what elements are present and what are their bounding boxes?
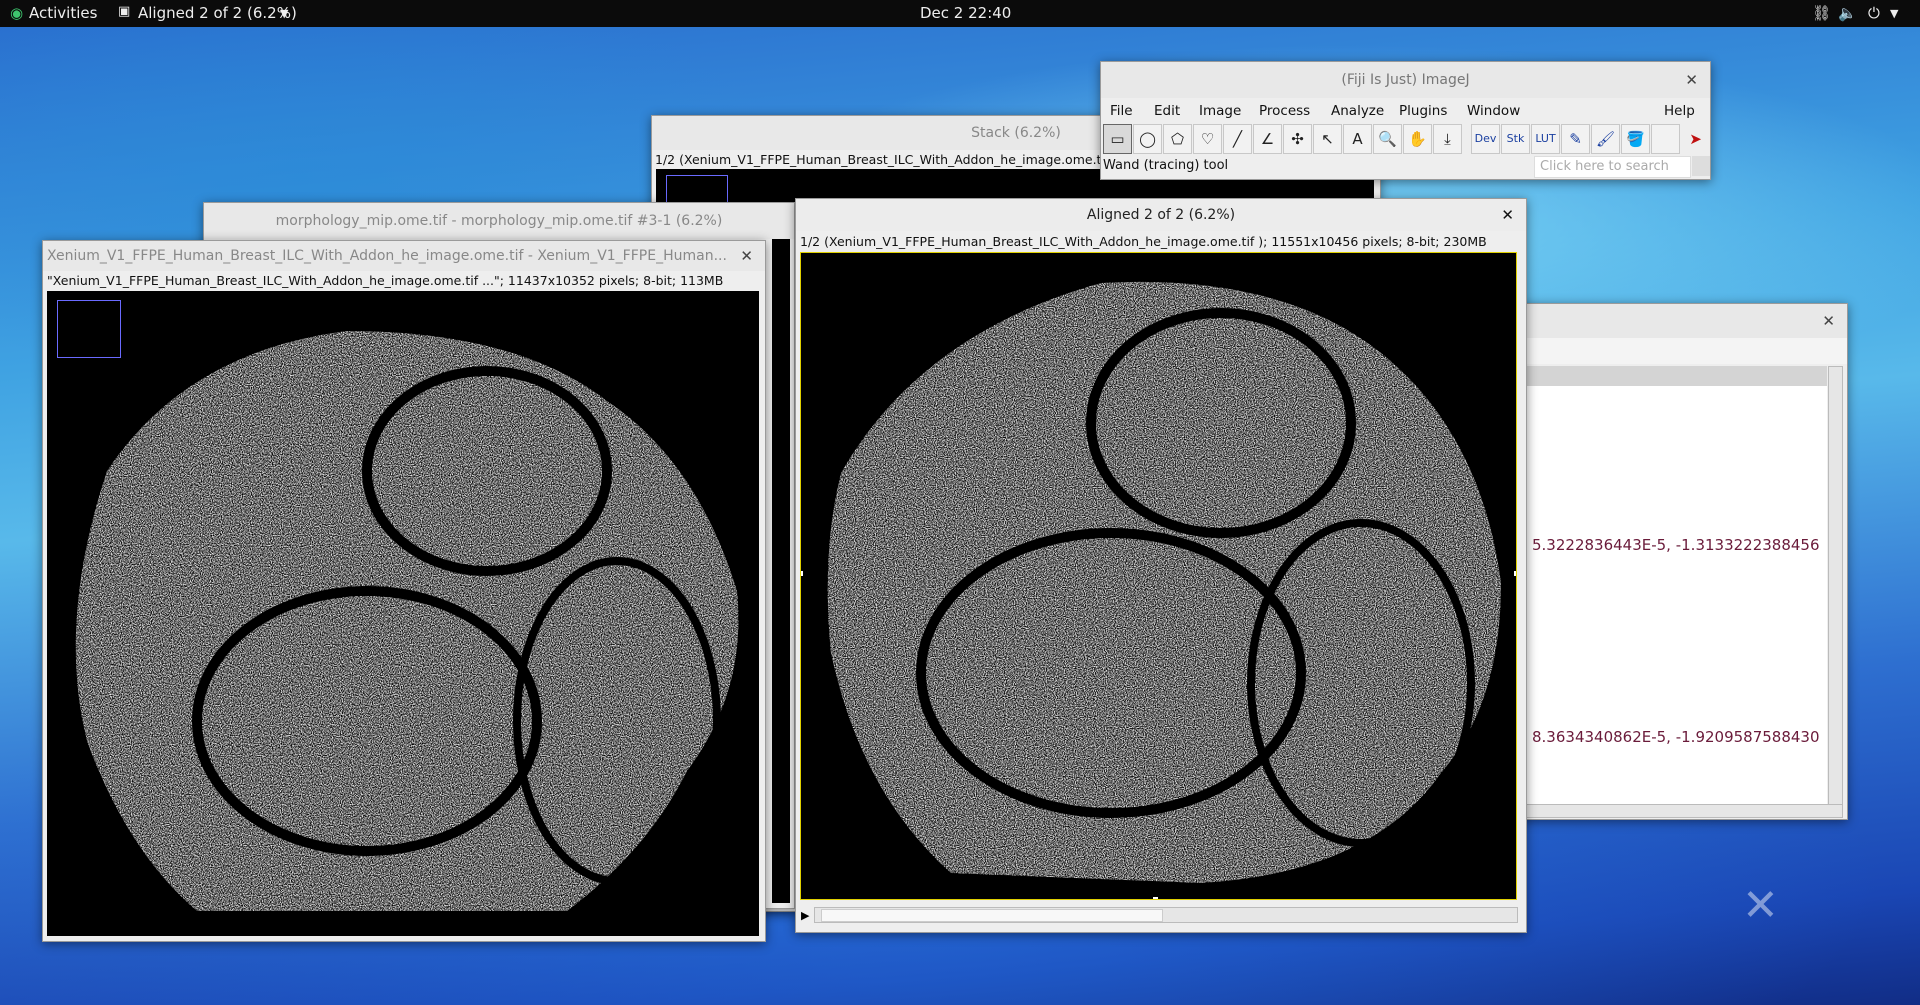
dropper-tool-icon[interactable]: ⤓: [1433, 124, 1462, 154]
distro-logo: ✕: [1742, 880, 1779, 931]
fiji-main-window[interactable]: (Fiji Is Just) ImageJ ✕ File Edit Image …: [1100, 61, 1711, 180]
log-text-area[interactable]: 5.3222836443E-5, -1.3133222388456 8.3634…: [1519, 386, 1827, 804]
navigator-box: [57, 300, 121, 358]
empty-tool-slot[interactable]: [1651, 124, 1680, 154]
lut-menu-icon[interactable]: LUT: [1531, 124, 1560, 154]
search-input[interactable]: Click here to search: [1534, 156, 1691, 178]
image-info: "Xenium_V1_FFPE_Human_Breast_ILC_With_Ad…: [47, 273, 724, 288]
system-menu-chevron-icon[interactable]: ▼: [1890, 7, 1898, 20]
fiji-titlebar[interactable]: (Fiji Is Just) ImageJ ✕: [1101, 62, 1710, 98]
text-tool-icon[interactable]: A: [1343, 124, 1372, 154]
brush-tool-icon[interactable]: 🖌: [1591, 124, 1620, 154]
volume-icon[interactable]: 🔈: [1838, 4, 1857, 22]
morphology-image-canvas[interactable]: [772, 239, 790, 903]
play-stack-icon[interactable]: ▶: [801, 909, 809, 922]
dev-menu-icon[interactable]: Dev: [1471, 124, 1500, 154]
gnome-top-bar: ◉ Activities ▣ Aligned 2 of 2 (6.2%) ▼ D…: [0, 0, 1920, 27]
window-title: Xenium_V1_FFPE_Human_Breast_ILC_With_Add…: [47, 248, 727, 264]
aligned-titlebar[interactable]: Aligned 2 of 2 (6.2%) ✕: [796, 199, 1526, 231]
menu-window[interactable]: Window: [1467, 103, 1520, 119]
flood-fill-tool-icon[interactable]: 🪣: [1621, 124, 1650, 154]
he-image-canvas[interactable]: [47, 291, 759, 936]
menu-edit[interactable]: Edit: [1154, 103, 1180, 119]
morphology-titlebar[interactable]: morphology_mip.ome.tif - morphology_mip.…: [204, 203, 794, 239]
hand-tool-icon[interactable]: ✋: [1403, 124, 1432, 154]
menu-image[interactable]: Image: [1199, 103, 1241, 119]
stack-menu-icon[interactable]: Stk: [1501, 124, 1530, 154]
window-title: (Fiji Is Just) ImageJ: [1341, 72, 1470, 88]
window-title: Aligned 2 of 2 (6.2%): [1086, 207, 1236, 223]
image-info: 1/2 (Xenium_V1_FFPE_Human_Breast_ILC_Wit…: [800, 234, 1487, 249]
he-titlebar[interactable]: Xenium_V1_FFPE_Human_Breast_ILC_With_Add…: [43, 241, 765, 271]
log-window-titlebar[interactable]: ✕: [1519, 304, 1847, 338]
oval-tool-icon[interactable]: ◯: [1133, 124, 1162, 154]
he-image-window[interactable]: Xenium_V1_FFPE_Human_Breast_ILC_With_Add…: [42, 240, 766, 942]
aligned-window[interactable]: Aligned 2 of 2 (6.2%) ✕ 1/2 (Xenium_V1_F…: [795, 198, 1527, 933]
wand-tool-icon[interactable]: ↖: [1313, 124, 1342, 154]
horizontal-scrollbar[interactable]: [1519, 804, 1843, 818]
search-button[interactable]: [1692, 156, 1710, 176]
freehand-tool-icon[interactable]: ♡: [1193, 124, 1222, 154]
clock[interactable]: Dec 2 22:40: [920, 4, 1011, 22]
menu-file[interactable]: File: [1110, 103, 1133, 119]
chevron-down-icon[interactable]: ▼: [280, 7, 288, 20]
more-tools-arrow-icon[interactable]: ➤: [1681, 124, 1710, 154]
menu-help[interactable]: Help: [1664, 103, 1695, 119]
line-tool-icon[interactable]: ╱: [1223, 124, 1252, 154]
point-tool-icon[interactable]: ✣: [1283, 124, 1312, 154]
activities-button[interactable]: Activities: [29, 4, 97, 22]
log-toolbar: [1519, 338, 1847, 364]
roi-handle[interactable]: [801, 571, 803, 576]
pencil-tool-icon[interactable]: ✎: [1561, 124, 1590, 154]
power-icon[interactable]: ⏻: [1868, 4, 1880, 22]
app-menu-icon[interactable]: ▣: [118, 4, 130, 19]
image-info: 1/2 (Xenium_V1_FFPE_Human_Breast_ILC_Wit…: [655, 152, 1105, 167]
network-icon[interactable]: ⛓: [1812, 4, 1831, 22]
tissue-image: [801, 253, 1516, 899]
menu-analyze[interactable]: Analyze: [1331, 103, 1384, 119]
window-title: Stack (6.2%): [971, 125, 1061, 141]
menu-process[interactable]: Process: [1259, 103, 1310, 119]
window-title: morphology_mip.ome.tif - morphology_mip.…: [275, 213, 723, 229]
app-menu-title[interactable]: Aligned 2 of 2 (6.2%): [138, 4, 297, 22]
angle-tool-icon[interactable]: ∠: [1253, 124, 1282, 154]
activities-icon[interactable]: ◉: [10, 4, 23, 22]
roi-handle[interactable]: [1153, 897, 1158, 899]
magnifier-tool-icon[interactable]: 🔍: [1373, 124, 1402, 154]
vertical-scrollbar[interactable]: [1828, 366, 1843, 806]
close-icon[interactable]: ✕: [1822, 312, 1835, 330]
log-line: 5.3222836443E-5, -1.3133222388456: [1532, 536, 1820, 554]
polygon-tool-icon[interactable]: ⬠: [1163, 124, 1192, 154]
menu-bar: File Edit Image Process Analyze Plugins …: [1101, 101, 1710, 123]
scrollbar-thumb[interactable]: [821, 909, 1163, 922]
close-icon[interactable]: ✕: [1501, 199, 1514, 231]
status-bar: Wand (tracing) tool: [1103, 158, 1229, 173]
rectangle-tool-icon[interactable]: ▭: [1103, 124, 1132, 154]
menu-plugins[interactable]: Plugins: [1399, 103, 1447, 119]
stack-slice-scrollbar[interactable]: [814, 907, 1518, 923]
roi-handle[interactable]: [1514, 571, 1516, 576]
aligned-image-canvas[interactable]: [800, 252, 1517, 900]
close-icon[interactable]: ✕: [740, 241, 753, 271]
log-window[interactable]: ✕ 5.3222836443E-5, -1.3133222388456 8.36…: [1518, 303, 1848, 820]
tissue-image: [47, 291, 759, 936]
log-header: [1519, 366, 1827, 386]
close-icon[interactable]: ✕: [1685, 62, 1698, 98]
log-line: 8.3634340862E-5, -1.9209587588430: [1532, 728, 1820, 746]
